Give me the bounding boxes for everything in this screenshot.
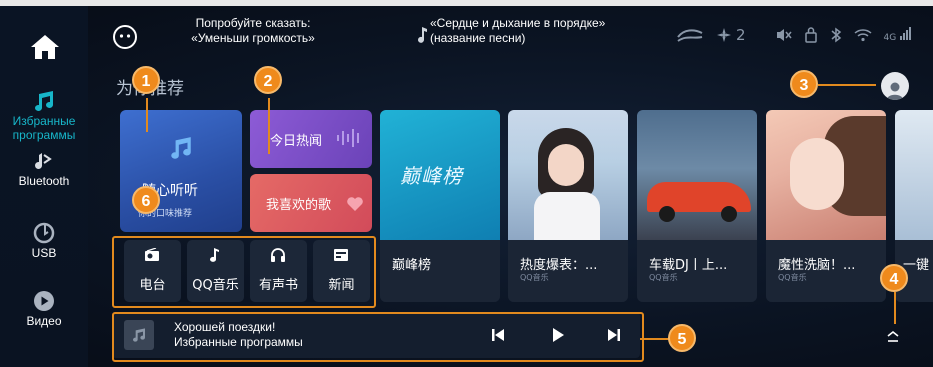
sidebar-item-label: Видео (26, 314, 62, 328)
fan-level: 2 (736, 26, 746, 44)
shortcut-highlight-box (112, 236, 376, 308)
player-highlight-box (112, 312, 644, 362)
favorites-card[interactable]: 随心听听 你的口味推荐 (120, 110, 242, 232)
liked-songs-title: 我喜欢的歌 (266, 198, 332, 213)
mute-icon[interactable] (776, 27, 792, 43)
tile-subtitle: QQ音乐 (649, 273, 678, 282)
status-bar: 2 4G (676, 26, 923, 44)
heart-icon (347, 197, 363, 211)
playlist-cover: 巅峰榜 (380, 110, 500, 240)
cover-text: 巅峰榜 (400, 164, 463, 188)
user-icon (887, 82, 903, 100)
now-playing-title: «Сердце и дыхание в порядке» (название п… (430, 16, 606, 45)
voice-hint: Попробуйте сказать: «Уменьши громкость» (191, 16, 315, 45)
bluetooth-music-icon (35, 153, 52, 169)
sidebar-item-label: Bluetooth (18, 174, 70, 188)
callout-2: 2 (254, 66, 282, 94)
music-note-icon (418, 27, 427, 43)
sidebar-item-video[interactable]: Видео (0, 290, 88, 328)
tile-title: 车载DJ丨上... (649, 258, 728, 273)
playlist-tile[interactable]: 巅峰榜 巅峰榜 (380, 110, 500, 302)
wifi-icon (854, 29, 872, 42)
callout-3: 3 (790, 70, 818, 98)
sidebar-item-bluetooth[interactable]: Bluetooth (0, 152, 88, 188)
playlist-tile[interactable]: 魔性洗脑！... QQ音乐 (766, 110, 886, 302)
callout-1: 1 (132, 66, 160, 94)
bluetooth-icon (831, 27, 841, 43)
waveform-icon (337, 129, 359, 147)
hot-news-title: 今日热闻 (270, 134, 323, 149)
usb-icon (33, 222, 55, 244)
playlist-cover (766, 110, 886, 240)
home-icon[interactable] (30, 34, 60, 60)
callout-5: 5 (668, 324, 696, 352)
tile-title: 一键 (903, 258, 930, 273)
playlist-cover (637, 110, 757, 240)
tile-subtitle: QQ音乐 (778, 273, 807, 282)
sidebar-item-favorites[interactable]: Избранные программы (0, 90, 88, 142)
playlist-tile[interactable]: 车载DJ丨上... QQ音乐 (637, 110, 757, 302)
tile-title: 巅峰榜 (392, 258, 432, 273)
callout-4: 4 (880, 264, 908, 292)
chevron-up-icon[interactable] (885, 328, 901, 344)
music-note-icon (171, 137, 191, 159)
playlist-cover (895, 110, 933, 240)
liked-songs-card[interactable]: 我喜欢的歌 (250, 174, 372, 232)
tile-subtitle: QQ音乐 (520, 273, 549, 282)
callout-6: 6 (132, 186, 160, 214)
lock-icon (804, 27, 817, 43)
sidebar-item-usb[interactable]: USB (0, 222, 88, 260)
sidebar-item-label: Избранные программы (12, 114, 76, 142)
music-note-icon (35, 91, 53, 111)
playlist-cover (508, 110, 628, 240)
sidebar-item-label: USB (31, 246, 57, 260)
user-avatar[interactable] (881, 72, 909, 100)
network-type: 4G (883, 33, 897, 43)
ac-icon[interactable] (676, 27, 704, 43)
fan-icon[interactable] (716, 27, 732, 43)
tile-title: 魔性洗脑！... (778, 258, 856, 273)
sidebar: Избранные программы Bluetooth USB Видео (0, 6, 88, 367)
tile-title: 热度爆表：... (520, 258, 598, 273)
play-circle-icon (34, 291, 54, 311)
voice-assistant-icon[interactable] (112, 24, 138, 50)
playlist-tile[interactable]: 热度爆表：... QQ音乐 (508, 110, 628, 302)
signal-icon: 4G (884, 27, 912, 43)
